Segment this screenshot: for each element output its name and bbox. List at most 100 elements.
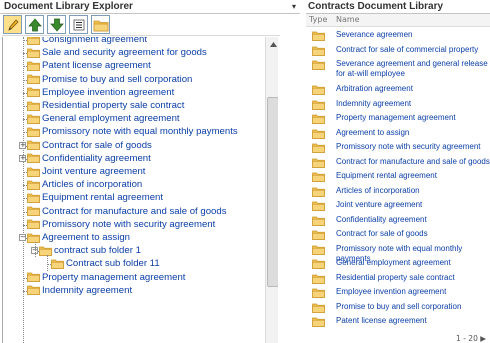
- document-row[interactable]: Promissory note with equal monthly payme…: [306, 242, 490, 263]
- type-column-header[interactable]: Type: [309, 15, 327, 24]
- document-name-link[interactable]: Severance agreement and general release …: [336, 59, 490, 79]
- tree-item[interactable]: Joint venture agreement: [27, 165, 145, 178]
- tree-item-label[interactable]: Promissory note with equal monthly payme…: [42, 126, 238, 137]
- document-row[interactable]: Agreement to assign: [306, 126, 490, 141]
- document-name-link[interactable]: Agreement to assign: [336, 128, 490, 138]
- document-row[interactable]: Confidentiality agreement: [306, 213, 490, 228]
- tree-item[interactable]: contract sub folder 1: [39, 244, 141, 257]
- document-name-link[interactable]: General employment agreement: [336, 258, 490, 268]
- tree-item-label[interactable]: Articles of incorporation: [42, 179, 142, 190]
- collapse-icon[interactable]: −: [19, 234, 26, 241]
- document-name-link[interactable]: Indemnity agreement: [336, 99, 490, 109]
- tree-item[interactable]: Patent license agreement: [27, 59, 151, 72]
- tree-scrollbar[interactable]: [265, 37, 278, 343]
- document-name-link[interactable]: Employee invention agreement: [336, 287, 490, 297]
- tree-item[interactable]: Agreement to assign: [27, 231, 130, 244]
- document-row[interactable]: General employment agreement: [306, 256, 490, 271]
- tree-item-label[interactable]: Contract for sale of goods: [42, 140, 152, 151]
- document-row[interactable]: Indemnity agreement: [306, 97, 490, 112]
- document-name-link[interactable]: Joint venture agreement: [336, 200, 490, 210]
- expand-icon[interactable]: +: [19, 141, 26, 149]
- document-row[interactable]: Joint venture agreement: [306, 198, 490, 213]
- tree-item[interactable]: Contract for sale of goods: [27, 139, 152, 152]
- document-name-link[interactable]: Contract for manufacture and sale of goo…: [336, 157, 490, 167]
- tree-item-label[interactable]: contract sub folder 1: [54, 245, 141, 256]
- document-name-link[interactable]: Equipment rental agreement: [336, 171, 490, 181]
- tree-item[interactable]: Residential property sale contract: [27, 99, 184, 112]
- tree-item-label[interactable]: Contract sub folder 11: [66, 258, 160, 269]
- document-name-link[interactable]: Promissory note with security agreement: [336, 142, 490, 152]
- tree-item[interactable]: Contract for manufacture and sale of goo…: [27, 205, 227, 218]
- tree-item-label[interactable]: Contract for manufacture and sale of goo…: [42, 206, 227, 217]
- tree-item-label[interactable]: Agreement to assign: [42, 232, 130, 243]
- tree-item-label[interactable]: Sale and security agreement for goods: [42, 47, 207, 58]
- folder-icon: [312, 158, 325, 168]
- document-row[interactable]: Equipment rental agreement: [306, 169, 490, 184]
- document-row[interactable]: Patent license agreement: [306, 314, 490, 329]
- explorer-header: Document Library Explorer ▾: [0, 0, 300, 14]
- tree-item[interactable]: Employee invention agreement: [27, 86, 174, 99]
- tree-item-label[interactable]: Joint venture agreement: [42, 166, 145, 177]
- new-folder-icon[interactable]: [91, 15, 110, 34]
- web-part-menu-icon[interactable]: ▾: [292, 2, 296, 11]
- scroll-up-icon[interactable]: [266, 37, 278, 51]
- tree-item[interactable]: Promissory note with equal monthly payme…: [27, 125, 238, 138]
- document-row[interactable]: Articles of incorporation: [306, 184, 490, 199]
- folder-icon: [312, 100, 325, 110]
- tree-item[interactable]: Equipment rental agreement: [27, 191, 163, 204]
- name-column-header[interactable]: Name: [336, 15, 360, 24]
- document-name-link[interactable]: Residential property sale contract: [336, 273, 490, 283]
- document-row[interactable]: Contract for sale of commercial property: [306, 43, 490, 58]
- tree-item[interactable]: Promissory note with security agreement: [27, 218, 215, 231]
- tree-item-label[interactable]: Promissory note with security agreement: [42, 219, 215, 230]
- document-name-link[interactable]: Property management agreement: [336, 113, 490, 123]
- document-row[interactable]: Property management agreement: [306, 111, 490, 126]
- tree-item-label[interactable]: Confidentiality agreement: [42, 153, 151, 164]
- scroll-thumb[interactable]: [267, 97, 278, 287]
- document-name-link[interactable]: Promise to buy and sell corporation: [336, 302, 490, 312]
- document-name-link[interactable]: Contract for sale of goods: [336, 229, 490, 239]
- document-row[interactable]: Promissory note with security agreement: [306, 140, 490, 155]
- document-name-link[interactable]: Confidentiality agreement: [336, 215, 490, 225]
- document-name-link[interactable]: Contract for sale of commercial property: [336, 45, 490, 55]
- document-name-link[interactable]: Patent license agreement: [336, 316, 490, 326]
- list-view-icon[interactable]: [69, 15, 88, 34]
- tree-item-label[interactable]: Patent license agreement: [42, 60, 151, 71]
- pager[interactable]: 1 - 20 ▶: [456, 334, 486, 343]
- tree-item[interactable]: Confidentiality agreement: [27, 152, 151, 165]
- tree-item-label[interactable]: Consignment agreement: [42, 37, 147, 45]
- tree-item-label[interactable]: Indemnity agreement: [42, 285, 132, 296]
- tree-item[interactable]: Articles of incorporation: [27, 178, 142, 191]
- tree-item[interactable]: Sale and security agreement for goods: [27, 46, 207, 59]
- tree-item[interactable]: Indemnity agreement: [27, 284, 132, 297]
- document-library-explorer: Document Library Explorer ▾ Consignment …: [0, 0, 300, 343]
- document-name-link[interactable]: Arbitration agreement: [336, 84, 490, 94]
- move-down-arrow-icon[interactable]: [47, 15, 66, 34]
- tree-item-label[interactable]: Promise to buy and sell corporation: [42, 74, 192, 85]
- document-row[interactable]: Employee invention agreement: [306, 285, 490, 300]
- edit-pencil-icon[interactable]: [3, 15, 22, 34]
- document-name-link[interactable]: Articles of incorporation: [336, 186, 490, 196]
- expand-icon[interactable]: +: [19, 154, 26, 162]
- tree-item[interactable]: General employment agreement: [27, 112, 180, 125]
- folder-icon: [39, 246, 52, 256]
- tree-item[interactable]: Property management agreement: [27, 271, 185, 284]
- document-row[interactable]: Arbitration agreement: [306, 82, 490, 97]
- tree-item[interactable]: Consignment agreement: [27, 37, 147, 46]
- document-row[interactable]: Severance agreement and general release …: [306, 57, 490, 82]
- tree-item-label[interactable]: Employee invention agreement: [42, 87, 174, 98]
- document-row[interactable]: Residential property sale contract: [306, 271, 490, 286]
- document-row[interactable]: Contract for sale of goods: [306, 227, 490, 242]
- tree-item[interactable]: Promise to buy and sell corporation: [27, 73, 192, 86]
- folder-icon: [27, 37, 40, 45]
- tree-item-label[interactable]: Residential property sale contract: [42, 100, 184, 111]
- move-up-arrow-icon[interactable]: [25, 15, 44, 34]
- tree-item-label[interactable]: Equipment rental agreement: [42, 192, 163, 203]
- tree-item-label[interactable]: General employment agreement: [42, 113, 180, 124]
- tree-item[interactable]: Contract sub folder 11: [51, 257, 160, 270]
- document-row[interactable]: Severance agreemen: [306, 28, 490, 43]
- tree-item-label[interactable]: Property management agreement: [42, 272, 185, 283]
- document-row[interactable]: Promise to buy and sell corporation: [306, 300, 490, 315]
- document-name-link[interactable]: Severance agreemen: [336, 30, 490, 40]
- document-row[interactable]: Contract for manufacture and sale of goo…: [306, 155, 490, 170]
